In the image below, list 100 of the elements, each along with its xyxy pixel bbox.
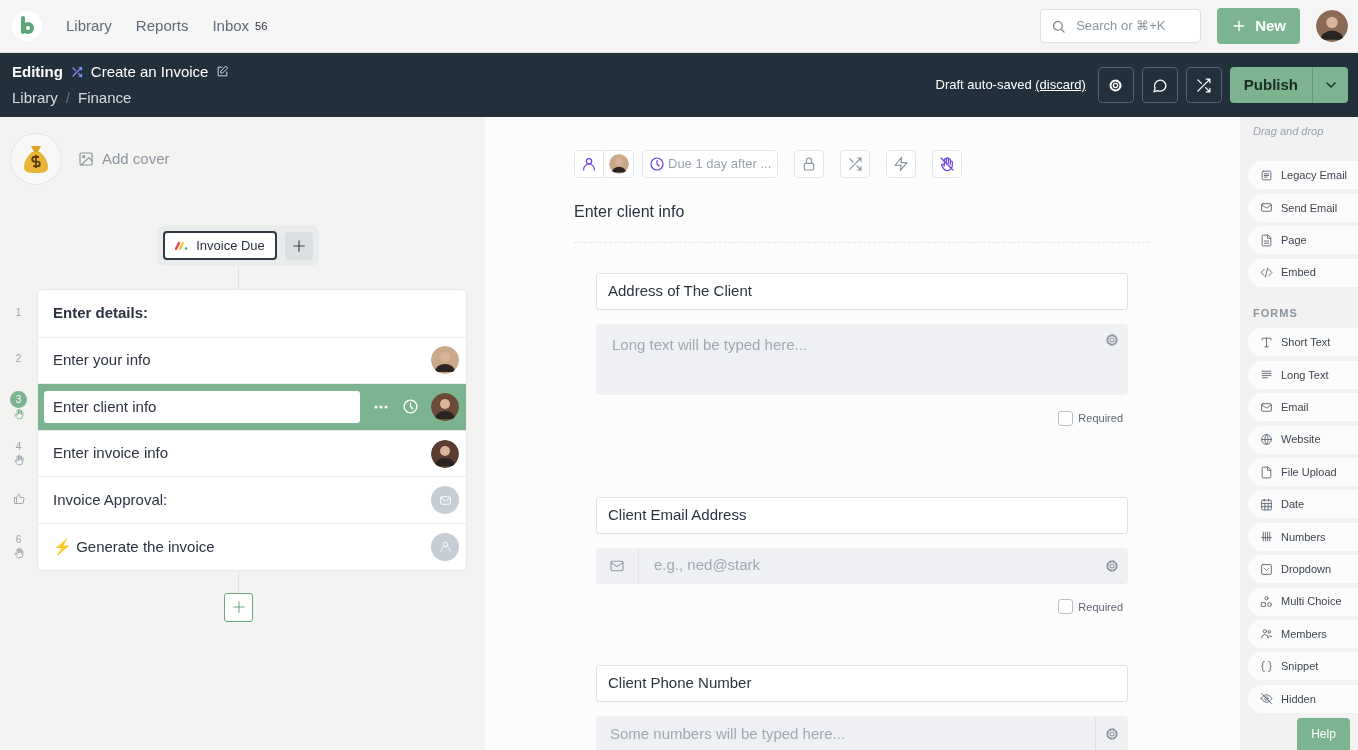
- long-text-field[interactable]: Long text will be typed here...: [596, 324, 1128, 395]
- settings-icon[interactable]: [1104, 557, 1120, 574]
- step-number: 3: [10, 391, 27, 408]
- code-icon: [1260, 266, 1273, 280]
- shapes-icon: [1260, 595, 1273, 609]
- step-row[interactable]: Enter invoice info: [38, 429, 466, 477]
- mode-label: Editing: [12, 61, 63, 82]
- step-title: Enter your info: [53, 350, 151, 371]
- lightning-icon: [893, 156, 910, 172]
- palette-item[interactable]: Date: [1248, 490, 1358, 519]
- nav-link[interactable]: Inbox 56: [212, 14, 268, 38]
- hand-off-icon: [939, 156, 956, 172]
- inbox-count: 56: [255, 18, 268, 34]
- settings-icon[interactable]: [1104, 332, 1120, 348]
- required-checkbox[interactable]: [1058, 410, 1074, 426]
- avatar: [431, 393, 459, 421]
- field-label-input[interactable]: Client Phone Number: [596, 665, 1128, 702]
- palette-item[interactable]: Members: [1248, 619, 1358, 648]
- email-lines-icon: [1260, 168, 1273, 182]
- add-step-button[interactable]: [224, 592, 253, 622]
- envelope-icon: [1260, 400, 1273, 414]
- avatar: [608, 154, 629, 174]
- breadcrumb-link[interactable]: Finance: [78, 87, 132, 110]
- settings-button[interactable]: [1097, 67, 1134, 103]
- palette-item[interactable]: Multi Choice: [1248, 587, 1358, 616]
- avatar[interactable]: [1316, 10, 1348, 42]
- publish-menu-button[interactable]: [1312, 67, 1348, 103]
- shuffle-button[interactable]: [1185, 67, 1222, 103]
- step-number: 2: [15, 352, 22, 367]
- envelope-icon: [438, 493, 452, 507]
- discard-link[interactable]: (discard): [1035, 77, 1086, 93]
- step-number: 1: [15, 305, 22, 320]
- envelope-icon: [1260, 201, 1273, 215]
- dropdown-icon: [1260, 562, 1273, 576]
- required-checkbox[interactable]: [1058, 599, 1074, 615]
- search-box[interactable]: Search or ⌘+K: [1040, 9, 1202, 43]
- step-title: Invoice Approval:: [53, 489, 168, 510]
- palette-item[interactable]: Send Email: [1248, 193, 1358, 222]
- required-label: Required: [1078, 411, 1123, 426]
- trigger-button[interactable]: Invoice Due: [163, 231, 277, 260]
- palette-item[interactable]: Dropdown: [1248, 555, 1358, 584]
- palette-item[interactable]: File Upload: [1248, 458, 1358, 486]
- image-icon: [78, 151, 94, 167]
- palette-item[interactable]: Numbers: [1248, 522, 1358, 551]
- palette-item[interactable]: Legacy Email: [1248, 161, 1358, 190]
- more-icon[interactable]: [374, 405, 388, 409]
- draft-status: Draft auto-saved (discard): [935, 76, 1086, 95]
- drag-hint: Drag and drop: [1252, 124, 1325, 139]
- people-icon: [1260, 627, 1273, 641]
- palette-item[interactable]: Hidden: [1248, 684, 1358, 713]
- publish-button[interactable]: Publish: [1229, 67, 1312, 103]
- step-row[interactable]: ⚡ Generate the invoice: [38, 522, 466, 570]
- shuffle-icon: [847, 156, 864, 172]
- clock-icon[interactable]: [402, 398, 419, 416]
- add-trigger-button[interactable]: [284, 231, 313, 260]
- cover-emoji[interactable]: [10, 133, 62, 185]
- assignees-group[interactable]: [574, 150, 634, 178]
- search-icon: [1051, 18, 1067, 34]
- shuffle-icon: [1195, 76, 1213, 94]
- palette-item[interactable]: Short Text: [1248, 328, 1358, 357]
- section-heading: FORMS: [1252, 305, 1299, 321]
- palette-item[interactable]: Embed: [1248, 258, 1358, 287]
- calendar-icon: [1260, 497, 1273, 511]
- palette-item[interactable]: Website: [1248, 425, 1358, 454]
- automation-button[interactable]: [886, 150, 917, 178]
- document-icon: [1260, 233, 1273, 247]
- conditional-button[interactable]: [840, 150, 871, 178]
- user-icon: [438, 540, 452, 554]
- palette-item[interactable]: Long Text: [1248, 360, 1358, 389]
- globe-icon: [1260, 433, 1273, 447]
- palette-item[interactable]: Page: [1248, 226, 1358, 255]
- field-label-input[interactable]: Address of The Client: [596, 273, 1128, 310]
- trigger-icon: [175, 241, 189, 250]
- step-title: ⚡ Generate the invoice: [53, 536, 215, 557]
- long-text-input[interactable]: Long text will be typed here...: [610, 332, 1096, 395]
- step-number: 4: [15, 439, 22, 454]
- avatar: [431, 346, 459, 375]
- money-bag-icon: [23, 144, 49, 174]
- field-label-input[interactable]: Client Email Address: [596, 496, 1128, 534]
- stop-task-button[interactable]: [932, 150, 963, 178]
- avatar: [431, 439, 459, 468]
- edit-icon[interactable]: [216, 65, 230, 79]
- step-row[interactable]: Enter details:: [38, 290, 466, 337]
- step-row[interactable]: Invoice Approval:: [38, 476, 466, 523]
- hidden-icon: [1260, 692, 1273, 706]
- nav-link[interactable]: Library: [66, 14, 112, 38]
- logo-icon[interactable]: [12, 11, 42, 41]
- chat-bubble-button[interactable]: [1141, 67, 1178, 103]
- settings-icon[interactable]: [1104, 726, 1120, 742]
- lock-button[interactable]: [794, 150, 825, 178]
- breadcrumb-link[interactable]: Library: [12, 87, 58, 110]
- task-title: Enter client info: [574, 202, 686, 222]
- breadcrumb-separator: /: [65, 88, 71, 108]
- palette-item[interactable]: Snippet: [1248, 652, 1358, 681]
- search-input[interactable]: Search or ⌘+K: [1074, 15, 1191, 37]
- step-number: 6: [15, 532, 22, 547]
- nav-link[interactable]: Reports: [135, 14, 189, 38]
- step-title-field[interactable]: Enter client info: [44, 391, 360, 423]
- palette-item[interactable]: Email: [1248, 393, 1358, 422]
- step-row[interactable]: Enter client info: [38, 383, 466, 430]
